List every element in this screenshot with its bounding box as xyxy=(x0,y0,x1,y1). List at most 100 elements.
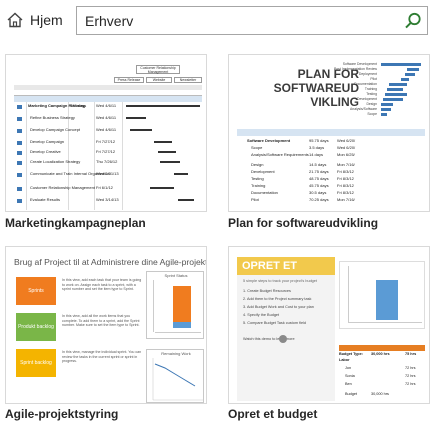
thumb-bar-label: Post Implementation Review xyxy=(334,67,377,71)
thumb-cell: Budget xyxy=(345,392,358,396)
home-button[interactable]: Hjem xyxy=(6,9,63,31)
thumb-task: Create Localization Strategy xyxy=(30,159,81,164)
task-icon xyxy=(17,117,22,121)
thumb-gantt-bar xyxy=(126,117,146,119)
thumb-intro: 5 simple steps to track your project's b… xyxy=(243,279,317,283)
template-caption-marketing[interactable]: Marketingkampagneplan xyxy=(5,216,146,230)
home-icon xyxy=(7,12,23,28)
template-caption-software[interactable]: Plan for softwareudvikling xyxy=(228,216,378,230)
thumb-task: Scope xyxy=(251,145,263,150)
thumb-table-row: Ben 72 hrs xyxy=(339,381,425,388)
thumbnail-gantt-table: Marketing Campaign Planning 295 days Wed… xyxy=(14,95,202,210)
thumb-cell: Budget Type: xyxy=(339,352,363,356)
thumb-cell: 72 hrs xyxy=(405,374,416,378)
thumb-table-row: Budget 30,000 hrs xyxy=(339,391,425,398)
thumb-start: Wed 6/20/ xyxy=(337,145,356,150)
thumb-gantt-bar xyxy=(130,129,152,131)
thumb-step-link: 4. Specify the Budget xyxy=(243,313,280,317)
thumb-task: Development xyxy=(251,169,275,174)
task-icon xyxy=(17,173,22,177)
thumb-bar-label: Scope xyxy=(367,112,377,116)
thumb-gantt-bar xyxy=(154,141,172,143)
thumb-burndown-line xyxy=(152,358,203,401)
thumb-start: Fri 6/1/12 xyxy=(96,185,113,190)
thumb-bar-label: Documentation xyxy=(354,82,377,86)
thumb-axis xyxy=(348,266,349,322)
top-bar: Hjem xyxy=(0,0,435,40)
thumb-gridline xyxy=(26,102,27,210)
thumb-start: Fri 8/3/12 xyxy=(337,169,354,174)
thumb-bar xyxy=(385,93,407,96)
thumb-header-row xyxy=(14,96,202,102)
thumb-task: Training xyxy=(251,183,266,188)
thumb-sprints-box: Sprints xyxy=(16,277,56,305)
thumb-bar xyxy=(405,73,415,76)
thumb-task: Documentation xyxy=(251,190,278,195)
template-caption-budget[interactable]: Opret et budget xyxy=(228,407,317,421)
task-icon xyxy=(17,141,22,145)
thumb-budget-chart xyxy=(339,261,425,329)
thumb-bar xyxy=(381,103,393,106)
template-tile-software[interactable]: PLAN FOR SOFTWAREUD VIKLING Software Dev… xyxy=(228,54,430,212)
thumb-cell: Sonia xyxy=(345,374,355,378)
thumb-gantt-bar xyxy=(150,187,174,189)
thumb-duration: 70.25 days xyxy=(309,197,329,202)
template-caption-agile[interactable]: Agile-projektstyring xyxy=(5,407,118,421)
thumb-bar xyxy=(381,108,391,111)
thumb-task: Design xyxy=(251,162,264,167)
template-tile-marketing[interactable]: Customer Relationship Management Press R… xyxy=(5,54,207,212)
home-label: Hjem xyxy=(30,12,63,28)
thumb-start: Fri 8/3/12 xyxy=(337,176,354,181)
thumb-gantt-bar xyxy=(158,151,176,153)
thumb-cell: 72 hrs xyxy=(405,382,416,386)
thumb-start: Mon 7/16/ xyxy=(337,162,355,167)
thumb-remaining-work-chart: Remaining Work xyxy=(146,349,204,403)
thumb-bar xyxy=(173,322,191,328)
thumb-timescale xyxy=(14,85,202,90)
search-icon[interactable] xyxy=(403,11,423,31)
task-icon xyxy=(17,105,22,109)
thumb-box: Press Release xyxy=(114,77,144,83)
thumb-task: Pilot xyxy=(251,197,259,202)
thumb-bar xyxy=(387,88,403,91)
thumb-start: Fri 7/27/12 xyxy=(96,139,116,144)
thumb-box: Website xyxy=(146,77,172,83)
thumb-bar xyxy=(381,63,421,66)
thumb-task: Testing xyxy=(251,176,264,181)
thumb-start: Thu 7/26/12 xyxy=(96,159,118,164)
thumb-bar-label: Testing xyxy=(366,92,377,96)
thumb-cell: Jon xyxy=(345,366,352,370)
thumb-table-row: Labor xyxy=(339,357,425,364)
thumb-start: Wed 3/14/13 xyxy=(96,197,119,202)
thumb-title: Brug af Project til at Administrere dine… xyxy=(14,257,207,267)
thumb-table-row: Sonia 72 hrs xyxy=(339,373,425,380)
thumbnail-timeline: Customer Relationship Management Press R… xyxy=(14,65,202,91)
thumb-duration: 48.75 days xyxy=(309,176,329,181)
thumb-bar-label: Design xyxy=(366,102,377,106)
thumb-bar xyxy=(383,98,403,101)
thumb-header-row xyxy=(237,129,425,136)
thumb-axis xyxy=(155,332,201,333)
thumb-sprint-backlog-box: Sprint backlog xyxy=(16,349,56,377)
thumb-task: Software Development xyxy=(247,138,291,143)
thumb-bar-label: Training xyxy=(364,87,377,91)
thumb-bar-label: Analysis/Software xyxy=(350,107,377,111)
thumb-task: Develop Creative xyxy=(30,149,61,154)
template-tile-agile[interactable]: Brug af Project til at Administrere dine… xyxy=(5,246,207,404)
thumb-axis xyxy=(348,322,422,323)
thumb-gantt-bar xyxy=(178,199,194,201)
template-tile-budget[interactable]: OPRET ET BUDGET 5 simple steps to track … xyxy=(228,246,430,404)
thumb-start: Wed 4/6/11 xyxy=(96,127,117,132)
thumb-description: In this view, manage the individual spri… xyxy=(62,350,142,364)
play-icon xyxy=(279,335,287,343)
thumb-duration: 14 days xyxy=(309,152,324,157)
thumb-task: Develop Campaign xyxy=(30,139,65,144)
thumb-start: Wed 2/21/13 xyxy=(96,171,119,176)
thumb-gridline xyxy=(122,102,123,210)
search-input[interactable] xyxy=(77,7,397,34)
thumb-duration: 295 days xyxy=(70,103,87,108)
thumb-task: Customer Relationship Management xyxy=(30,185,95,190)
thumb-table-row: Jon 72 hrs xyxy=(339,365,425,372)
thumb-bar-label: Software Development xyxy=(342,62,377,66)
thumb-task: Refine Business Strategy xyxy=(30,115,75,120)
